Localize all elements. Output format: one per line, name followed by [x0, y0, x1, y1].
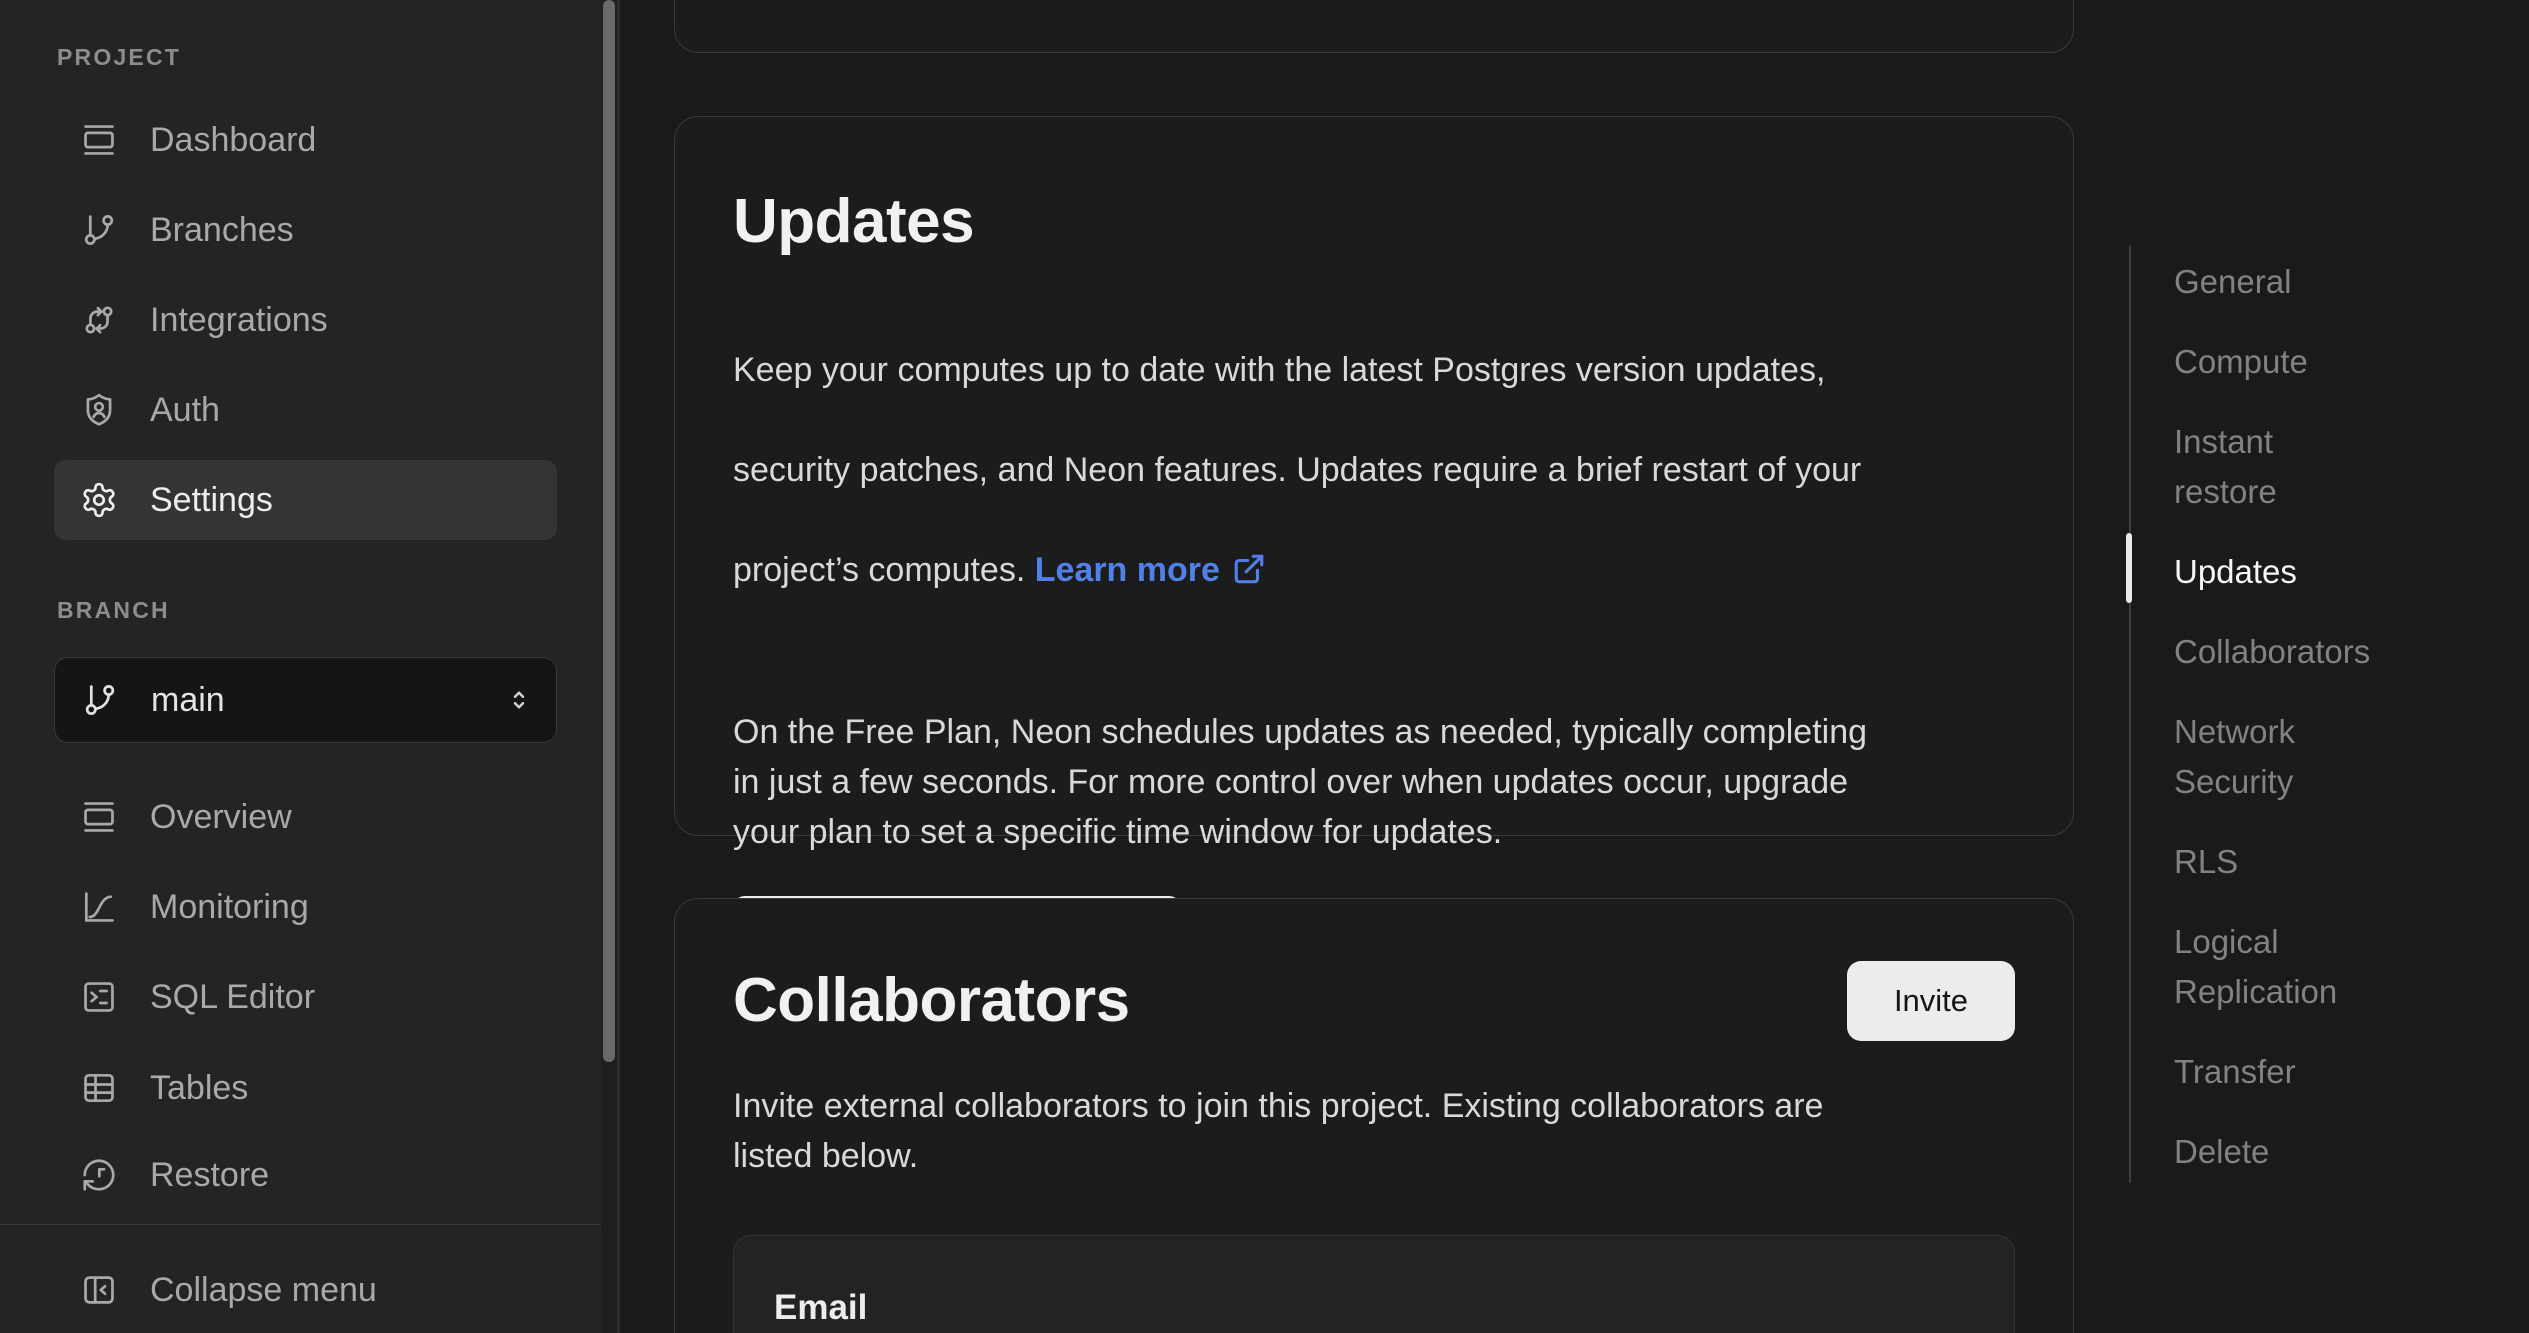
auth-shield-icon: [80, 391, 118, 429]
updates-description: Keep your computes up to date with the l…: [733, 295, 2015, 645]
sidebar-item-monitoring[interactable]: Monitoring: [54, 867, 557, 947]
sidebar-item-restore[interactable]: Restore: [54, 1135, 557, 1215]
settings-nav-border: [2129, 245, 2131, 1183]
sidebar-item-label: Tables: [150, 1069, 248, 1108]
sidebar-item-auth[interactable]: Auth: [54, 370, 557, 450]
settings-nav-item-collaborators[interactable]: Collaborators: [2174, 627, 2514, 677]
sql-editor-icon: [80, 978, 118, 1016]
sidebar-item-label: Overview: [150, 798, 292, 837]
collaborators-card-header: Collaborators Invite: [733, 961, 2015, 1041]
project-section-label: PROJECT: [57, 44, 181, 71]
sidebar-item-overview[interactable]: Overview: [54, 777, 557, 857]
sidebar-item-label: Monitoring: [150, 888, 309, 927]
collaborators-table: Email: [733, 1235, 2015, 1333]
overview-icon: [80, 798, 118, 836]
sidebar-item-dashboard[interactable]: Dashboard: [54, 100, 557, 180]
sidebar-item-sql-editor[interactable]: SQL Editor: [54, 957, 557, 1037]
sidebar-item-label: Restore: [150, 1156, 269, 1195]
git-branch-icon: [80, 211, 118, 249]
branch-selector[interactable]: main: [54, 657, 557, 743]
updates-description-line: Keep your computes up to date with the l…: [733, 345, 2015, 395]
collapse-menu-label: Collapse menu: [150, 1271, 377, 1310]
sidebar-scrollbar-track[interactable]: [601, 0, 617, 1333]
sidebar: PROJECT Dashboard Branches: [0, 0, 620, 1333]
sidebar-item-branches[interactable]: Branches: [54, 190, 557, 270]
sidebar-divider: [0, 1224, 617, 1225]
email-column-header: Email: [774, 1288, 1974, 1328]
git-branch-icon: [81, 681, 119, 719]
neon-console-settings-page: PROJECT Dashboard Branches: [0, 0, 2529, 1333]
external-link-icon: [1232, 552, 1266, 586]
branch-section-label: BRANCH: [57, 597, 170, 624]
settings-nav-item-logical-replication[interactable]: Logical Replication: [2174, 917, 2514, 1017]
integrations-icon: [80, 301, 118, 339]
settings-nav-active-indicator: [2126, 533, 2132, 603]
updates-card: Updates Keep your computes up to date wi…: [674, 116, 2074, 836]
settings-nav-item-instant-restore[interactable]: Instant restore: [2174, 417, 2514, 517]
sidebar-scrollbar-thumb[interactable]: [603, 0, 615, 1062]
updates-description-line: project’s computes. Learn more: [733, 545, 2015, 595]
updates-description-line: security patches, and Neon features. Upd…: [733, 445, 2015, 495]
chevron-up-down-icon: [504, 685, 534, 715]
updates-description-line3-prefix: project’s computes.: [733, 551, 1035, 589]
settings-nav-item-general[interactable]: General: [2174, 257, 2514, 307]
collaborators-description: Invite external collaborators to join th…: [733, 1081, 2015, 1181]
sidebar-item-label: SQL Editor: [150, 978, 315, 1017]
settings-nav-item-compute[interactable]: Compute: [2174, 337, 2514, 387]
settings-section-nav: General Compute Instant restore Updates …: [2174, 257, 2514, 1207]
updates-plan-note: On the Free Plan, Neon schedules updates…: [733, 707, 2015, 857]
learn-more-label: Learn more: [1035, 551, 1220, 589]
sidebar-item-tables[interactable]: Tables: [54, 1048, 557, 1128]
dashboard-icon: [80, 121, 118, 159]
sidebar-item-integrations[interactable]: Integrations: [54, 280, 557, 360]
sidebar-item-label: Settings: [150, 481, 273, 520]
settings-nav-item-rls[interactable]: RLS: [2174, 837, 2514, 887]
tables-icon: [80, 1069, 118, 1107]
settings-nav-item-updates[interactable]: Updates: [2174, 547, 2514, 597]
collaborators-card-title: Collaborators: [733, 962, 1130, 1040]
monitoring-icon: [80, 888, 118, 926]
learn-more-link[interactable]: Learn more: [1035, 551, 1266, 589]
settings-nav-item-delete[interactable]: Delete: [2174, 1127, 2514, 1177]
gear-icon: [80, 481, 118, 519]
settings-nav-item-network-security[interactable]: Network Security: [2174, 707, 2514, 807]
sidebar-item-label: Auth: [150, 391, 220, 430]
updates-card-title: Updates: [733, 183, 2015, 261]
settings-nav-item-transfer[interactable]: Transfer: [2174, 1047, 2514, 1097]
invite-button[interactable]: Invite: [1847, 961, 2015, 1041]
collaborators-card: Collaborators Invite Invite external col…: [674, 898, 2074, 1333]
sidebar-item-label: Dashboard: [150, 121, 316, 160]
branch-selector-value: main: [151, 681, 225, 720]
collapse-menu-button[interactable]: Collapse menu: [54, 1250, 557, 1330]
sidebar-item-label: Branches: [150, 211, 294, 250]
sidebar-item-label: Integrations: [150, 301, 328, 340]
sidebar-item-settings[interactable]: Settings: [54, 460, 557, 540]
collapse-panel-icon: [80, 1271, 118, 1309]
restore-history-icon: [80, 1156, 118, 1194]
previous-card-partial: [674, 0, 2074, 53]
